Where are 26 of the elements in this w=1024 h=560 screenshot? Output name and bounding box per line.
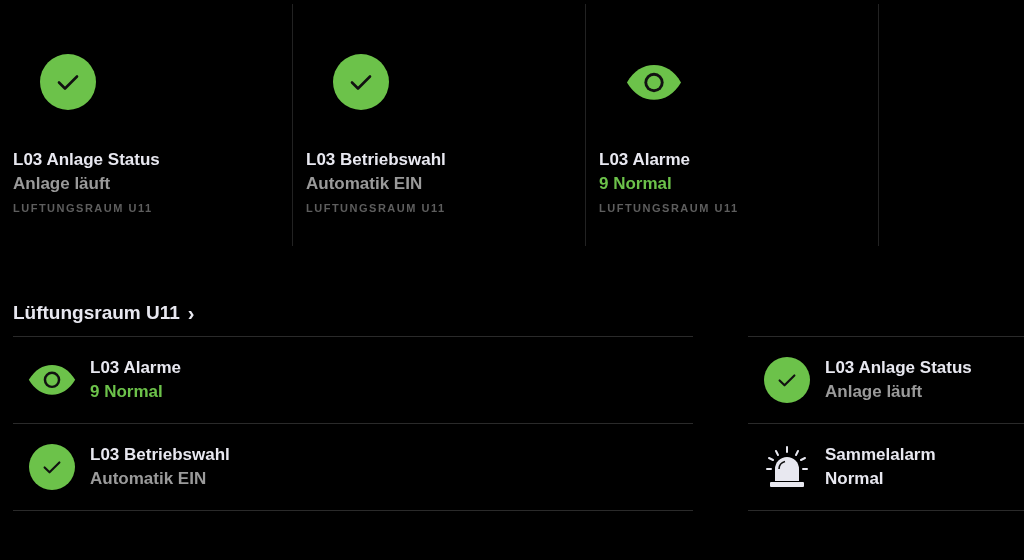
item-title: Sammelalarm [825,444,936,466]
item-title: L03 Alarme [90,357,182,379]
eye-icon [27,364,76,396]
check-icon [28,444,75,490]
check-icon [40,54,96,110]
card-location: LUFTUNGSRAUM U11 [599,201,740,216]
item-value: Automatik EIN [90,468,208,490]
item-title: L03 Betriebswahl [90,444,230,466]
section-title[interactable]: Lüftungsraum U11 [13,298,180,328]
check-icon [763,357,810,403]
card-title: L03 Alarme [599,149,692,171]
eye-icon [626,63,682,101]
item-value: Anlage läuft [825,381,924,403]
item-title: L03 Anlage Status [825,357,972,379]
card-title: L03 Anlage Status [13,149,161,171]
check-icon [333,54,389,110]
card-location: LUFTUNGSRAUM U11 [306,201,447,216]
chevron-icon[interactable]: › [187,303,195,323]
card-location: LUFTUNGSRAUM U11 [13,201,154,216]
card-value: 9 Normal [599,173,673,195]
card-value: Automatik EIN [306,173,424,195]
card-value: Anlage läuft [13,173,112,195]
item-value: Normal [825,468,885,490]
item-value: 9 Normal [90,381,164,403]
card-title: L03 Betriebswahl [306,149,447,171]
siren-icon [764,445,809,489]
